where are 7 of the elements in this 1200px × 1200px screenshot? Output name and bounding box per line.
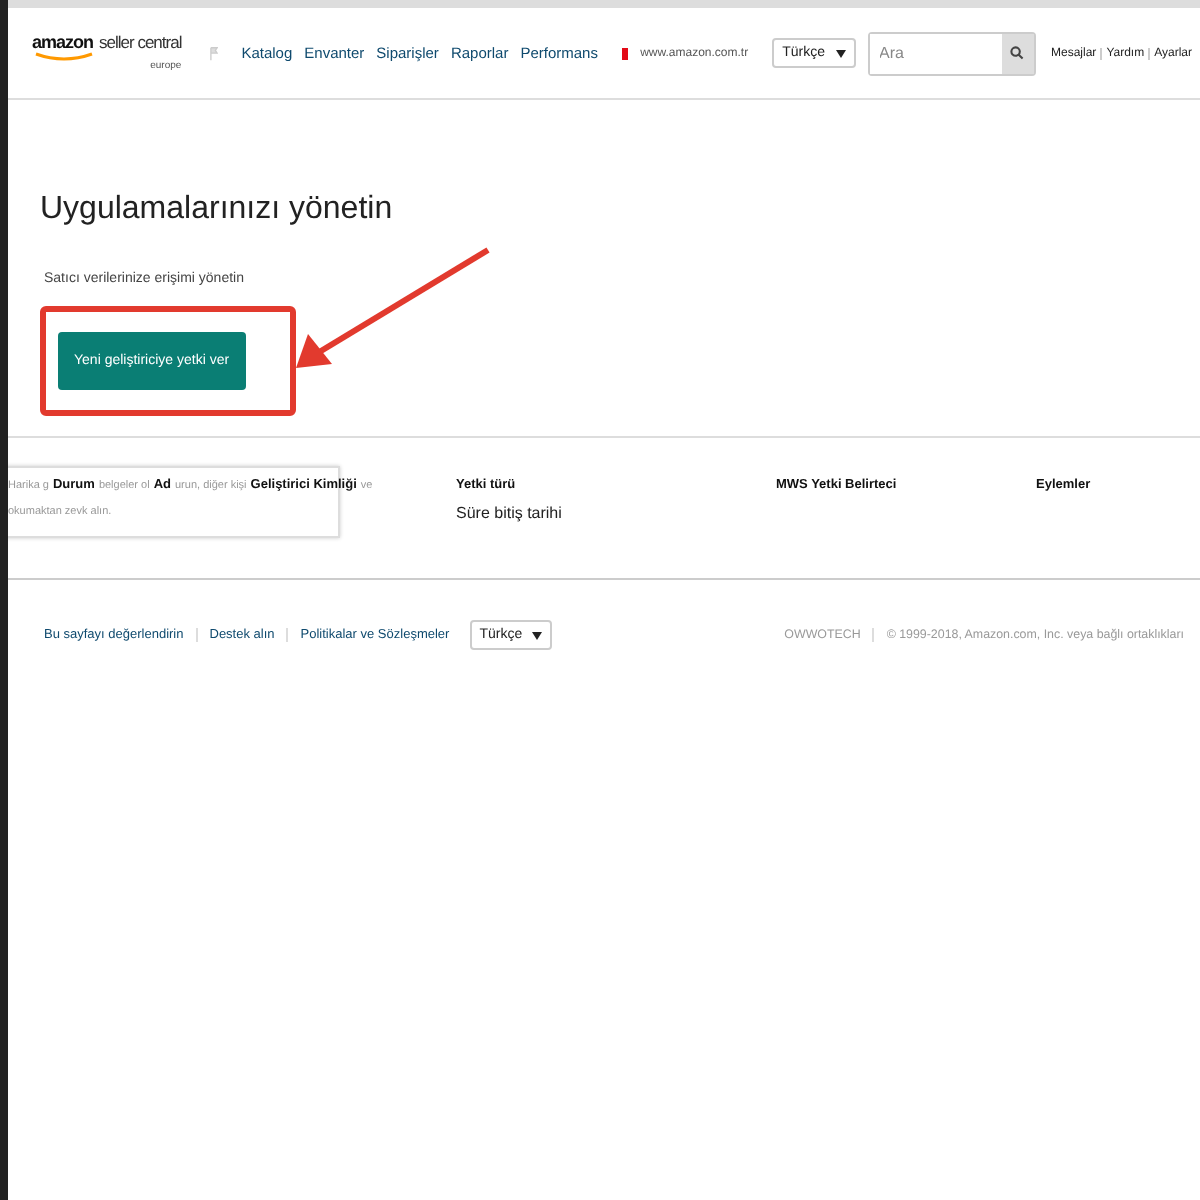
page-title: Uygulamalarınızı yönetin — [40, 192, 395, 228]
search-button[interactable] — [1001, 33, 1033, 73]
search-icon — [1010, 46, 1024, 60]
search-box[interactable]: Ara — [867, 31, 1035, 75]
column-subheader: Süre bitiş tarihi — [456, 504, 564, 522]
caret-icon — [532, 631, 543, 639]
caret-icon — [835, 49, 845, 57]
